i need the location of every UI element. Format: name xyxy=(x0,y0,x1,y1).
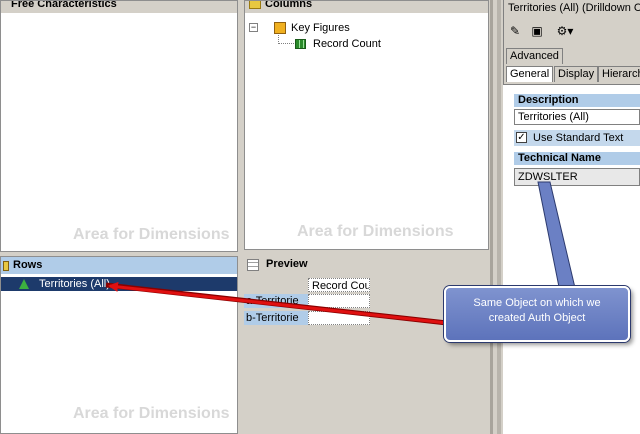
tree-child-row[interactable]: Record Count xyxy=(295,37,445,51)
key-figures-label: Key Figures xyxy=(291,22,350,34)
save-icon[interactable]: ▣ xyxy=(528,23,546,39)
rows-header: Rows xyxy=(1,257,237,274)
callout-box: Same Object on which we created Auth Obj… xyxy=(444,286,630,342)
tree-connector xyxy=(278,35,296,44)
properties-toolbar: ✎ ▣ ⚙▾ xyxy=(504,20,640,42)
territories-row-item[interactable]: Territories (All) xyxy=(1,277,237,291)
columns-header: Columns xyxy=(245,0,488,13)
columns-area-watermark: Area for Dimensions xyxy=(297,223,454,240)
tree-collapse-icon[interactable]: − xyxy=(249,23,258,32)
columns-panel[interactable]: Columns − Key Figures Record Count Area … xyxy=(244,0,489,250)
tab-general[interactable]: General xyxy=(506,66,554,82)
grid-icon xyxy=(295,39,306,49)
preview-title: Preview xyxy=(266,258,308,270)
use-standard-text-checkbox[interactable]: ✓ xyxy=(516,132,527,143)
callout-line-1: Same Object on which we xyxy=(473,297,601,309)
use-standard-text-label: Use Standard Text xyxy=(533,132,624,144)
preview-row-a: a-Territorie xyxy=(244,294,308,308)
free-characteristics-panel[interactable]: Free Characteristics Area for Dimensions xyxy=(0,0,238,252)
properties-title: Territories (All) (Drilldown CH xyxy=(508,2,640,14)
settings-icon[interactable]: ⚙▾ xyxy=(552,23,578,39)
rows-area-watermark: Area for Dimensions xyxy=(73,405,230,422)
preview-panel: Preview Record Cou a-Territorie b-Territ… xyxy=(240,254,489,434)
preview-cell-a xyxy=(308,294,370,308)
preview-column-header: Record Cou xyxy=(308,278,370,292)
callout-line-2: created Auth Object xyxy=(488,312,586,324)
columns-title: Columns xyxy=(265,0,313,10)
description-label: Description xyxy=(514,94,640,107)
use-standard-text-row[interactable]: ✓ Use Standard Text xyxy=(514,130,640,146)
preview-row-b: b-Territorie xyxy=(244,311,308,325)
technical-name-field: ZDWSLTER xyxy=(514,168,640,186)
tab-advanced[interactable]: Advanced xyxy=(506,48,563,64)
preview-cell-b xyxy=(308,311,370,325)
pencil-icon[interactable]: ✎ xyxy=(506,23,524,39)
description-field[interactable]: Territories (All) xyxy=(514,109,640,125)
rows-title: Rows xyxy=(13,259,43,271)
panel-splitter-2[interactable] xyxy=(497,0,501,434)
rows-icon xyxy=(3,261,9,271)
dimension-icon xyxy=(19,279,29,289)
columns-folder-icon xyxy=(249,1,261,9)
tab-display[interactable]: Display xyxy=(554,66,599,82)
key-figures-icon xyxy=(274,22,286,34)
free-area-watermark: Area for Dimensions xyxy=(73,226,230,243)
free-characteristics-title: Free Characteristics xyxy=(1,1,237,13)
record-count-label: Record Count xyxy=(313,38,381,50)
tab-hierarchy[interactable]: Hierarch xyxy=(598,66,640,82)
panel-splitter[interactable] xyxy=(490,0,493,434)
rows-panel[interactable]: Rows Territories (All) Area for Dimensio… xyxy=(0,256,238,434)
tree-root-row[interactable]: − Key Figures xyxy=(247,21,447,35)
technical-name-label: Technical Name xyxy=(514,152,640,165)
territories-row-label: Territories (All) xyxy=(39,278,110,290)
